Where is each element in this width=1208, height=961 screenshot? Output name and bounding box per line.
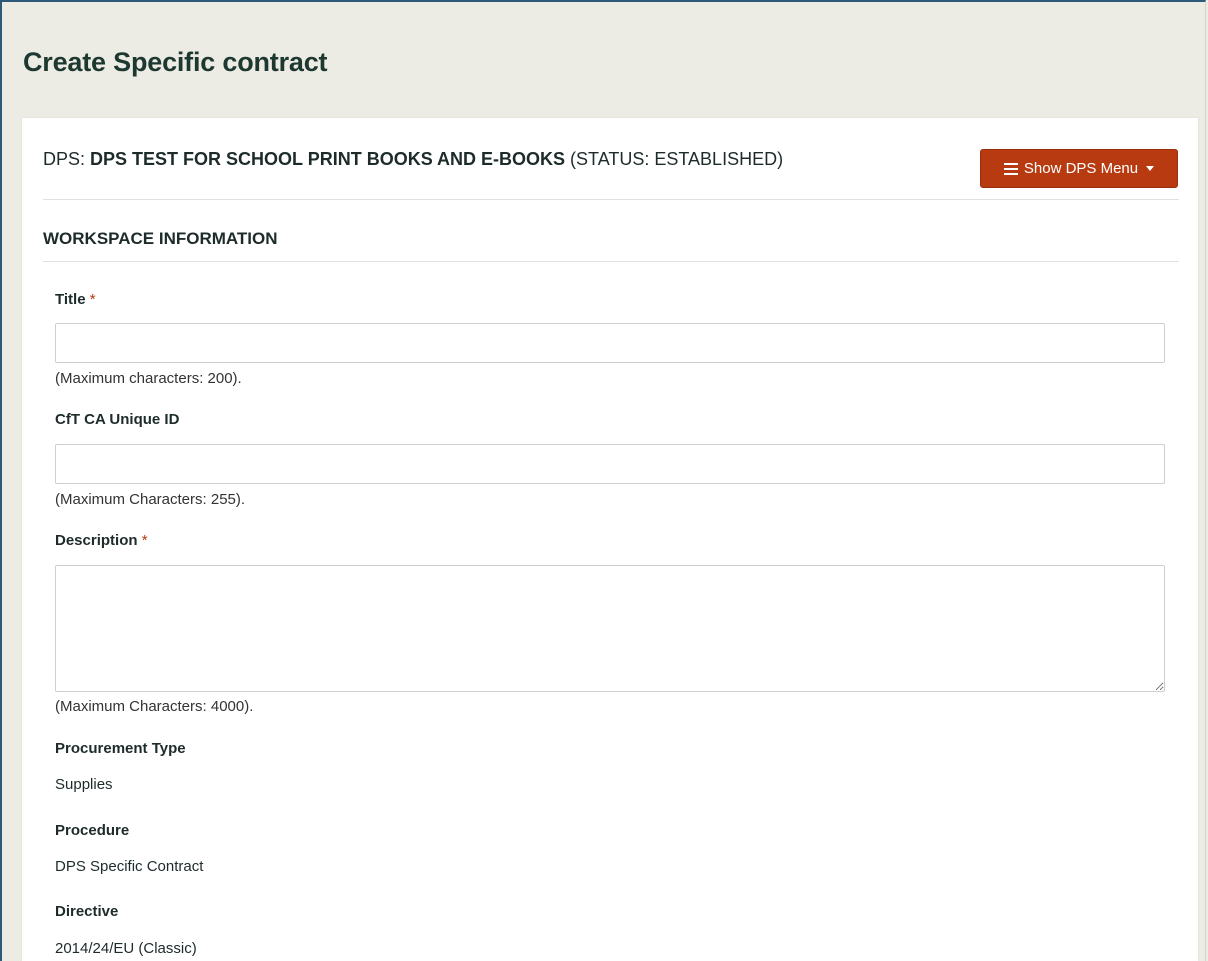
dps-header: DPS: DPS TEST FOR SCHOOL PRINT BOOKS AND… [43, 149, 783, 170]
dps-name: DPS TEST FOR SCHOOL PRINT BOOKS AND E-BO… [90, 149, 566, 169]
description-textarea[interactable] [55, 565, 1165, 692]
show-dps-menu-button[interactable]: Show DPS Menu [980, 149, 1178, 188]
unique-id-input[interactable] [55, 444, 1165, 484]
caret-down-icon [1146, 166, 1155, 171]
title-label: Title * [55, 291, 96, 308]
title-label-text: Title [55, 291, 86, 308]
procedure-value: DPS Specific Contract [55, 858, 204, 875]
title-hint: (Maximum characters: 200). [55, 370, 242, 387]
directive-value: 2014/24/EU (Classic) [55, 940, 197, 957]
header-divider [43, 199, 1179, 200]
procedure-label: Procedure [55, 822, 130, 839]
form-card: DPS: DPS TEST FOR SCHOOL PRINT BOOKS AND… [22, 118, 1198, 961]
page-title: Create Specific contract [23, 47, 328, 77]
required-marker: * [141, 532, 148, 549]
description-hint: (Maximum Characters: 4000). [55, 698, 254, 715]
show-dps-menu-label: Show DPS Menu [1023, 160, 1139, 177]
section-divider [43, 261, 1179, 262]
dps-status: (STATUS: ESTABLISHED) [565, 149, 784, 169]
section-title: WORKSPACE INFORMATION [43, 229, 278, 248]
list-icon [1003, 162, 1018, 175]
title-input[interactable] [55, 323, 1165, 363]
description-label: Description * [55, 532, 148, 549]
description-label-text: Description [55, 532, 138, 549]
dps-prefix: DPS: [43, 149, 91, 169]
unique-id-hint: (Maximum Characters: 255). [55, 491, 246, 508]
procurement-type-value: Supplies [55, 776, 113, 793]
procurement-type-label: Procurement Type [55, 740, 186, 757]
unique-id-label: CfT CA Unique ID [55, 411, 180, 428]
required-marker: * [89, 291, 96, 308]
directive-label: Directive [55, 903, 119, 920]
